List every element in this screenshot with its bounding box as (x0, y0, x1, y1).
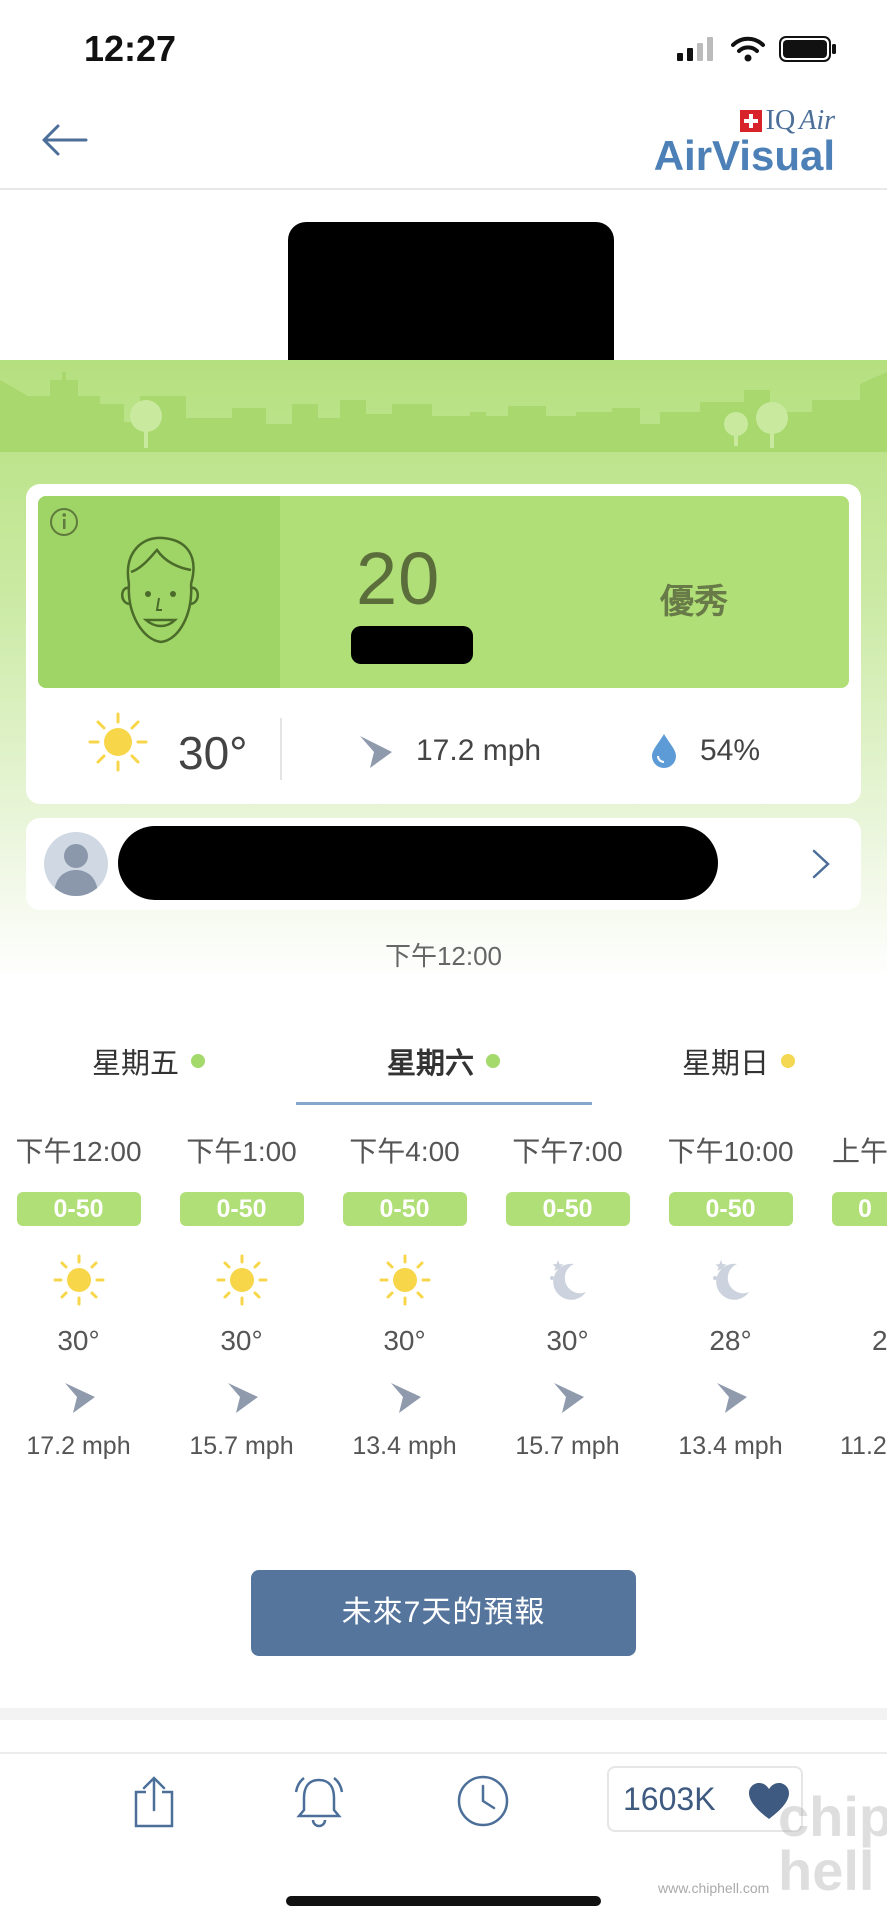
hour-wind-speed: 11.2 (840, 1432, 887, 1460)
tab-label: 星期日 (682, 1048, 770, 1080)
aqi-range-badge: 0-50 (179, 1192, 304, 1226)
info-icon[interactable] (48, 506, 80, 538)
aqi-range-badge: 0-50 (505, 1192, 630, 1226)
status-time: 12:27 (84, 28, 177, 69)
wind-direction-icon (716, 1383, 747, 1413)
like-button[interactable]: 1603K (607, 1766, 803, 1832)
redacted-aqi-label (351, 626, 473, 664)
tab-sunday[interactable]: 星期日 (682, 1040, 796, 1082)
tab-friday[interactable]: 星期五 (92, 1040, 206, 1082)
current-wind-speed: 17.2 mph (416, 734, 542, 767)
wifi-icon (731, 36, 765, 62)
sun-icon (53, 1254, 104, 1306)
hour-temperature: 30° (220, 1325, 263, 1356)
city-skyline-icon (0, 372, 887, 452)
watermark-url: www.chiphell.com (658, 1880, 770, 1896)
hour-temperature: 30° (546, 1325, 589, 1356)
avatar (44, 832, 108, 896)
hour-time: 下午12:00 (15, 1136, 142, 1167)
aqi-range-badge: 0-50 (342, 1192, 467, 1226)
hourly-item: 下午1:00 0-50 30° 15.7 mph (160, 1130, 323, 1461)
aqi-range-badge: 0-50 (668, 1192, 793, 1226)
aqi-range-badge: 0 (832, 1192, 887, 1226)
logo-app-name: AirVisual (653, 132, 835, 179)
hour-temperature: 2 (872, 1325, 887, 1356)
hourly-forecast[interactable]: 下午12:00 0-50 30° 17.2 mph 下午1:00 0-50 30… (0, 1130, 887, 1470)
swiss-flag-icon (739, 110, 762, 132)
current-weather-row: 30° 17.2 mph 54% (26, 688, 861, 804)
aqi-card[interactable]: 20 優秀 30° 17.2 mph 54% (26, 484, 861, 804)
sun-icon (379, 1254, 430, 1306)
share-icon[interactable] (130, 1774, 178, 1830)
like-count: 1603K (623, 1781, 716, 1817)
moon-icon (549, 1260, 586, 1300)
signal-icon (677, 37, 713, 61)
divider (280, 718, 282, 780)
hour-wind-speed: 15.7 mph (515, 1432, 620, 1460)
aqi-dot (781, 1054, 796, 1068)
section-separator (0, 1708, 887, 1720)
wind-direction-icon (64, 1383, 95, 1413)
face-box (38, 496, 280, 688)
seven-day-forecast-button[interactable]: 未來7天的預報 (251, 1570, 636, 1656)
aqi-panel: 20 優秀 (38, 496, 849, 688)
sun-icon (216, 1254, 267, 1306)
aqi-value: 20 (356, 537, 441, 620)
hour-time: 下午7:00 (512, 1136, 623, 1167)
hourly-item: 下午12:00 0-50 30° 17.2 mph (0, 1130, 160, 1461)
hour-temperature: 30° (57, 1325, 100, 1356)
active-tab-underline (296, 1102, 592, 1105)
bottom-toolbar: 1603K (0, 1752, 887, 1852)
tab-saturday[interactable]: 星期六 (387, 1040, 501, 1082)
watermark-logo: chip hell (778, 1785, 887, 1902)
hour-temperature: 30° (383, 1325, 426, 1356)
hour-time: 上午 (832, 1136, 887, 1167)
user-avatar-icon (54, 844, 98, 896)
wind-direction-icon (390, 1383, 421, 1413)
hour-wind-speed: 13.4 mph (352, 1432, 457, 1460)
redacted-contributor-name (118, 826, 718, 900)
app-logo: IQ Air AirVisual (654, 105, 835, 177)
hourly-item: 上午 0 2 11.2 (812, 1130, 887, 1461)
status-bar: 12:27 (0, 0, 887, 95)
hourly-item: 下午4:00 0-50 30° 13.4 mph (323, 1130, 486, 1461)
hour-time: 下午1:00 (186, 1136, 297, 1167)
wind-direction-icon (553, 1383, 584, 1413)
aqi-dot (486, 1054, 501, 1068)
contributor-card[interactable] (26, 818, 861, 910)
back-button[interactable] (38, 115, 92, 165)
nav-bar: IQ Air AirVisual (0, 95, 887, 190)
hourly-item: 下午7:00 0-50 30° 15.7 mph (486, 1130, 649, 1461)
current-temperature: 30° (178, 727, 248, 779)
hour-wind-speed: 17.2 mph (26, 1432, 131, 1460)
sun-icon (88, 712, 148, 772)
chevron-right-icon[interactable] (811, 848, 831, 880)
hour-wind-speed: 13.4 mph (678, 1432, 783, 1460)
hour-time: 下午10:00 (667, 1136, 794, 1167)
alarm-bell-icon[interactable] (292, 1774, 346, 1830)
wind-direction-icon (360, 736, 392, 768)
update-time: 下午12:00 (384, 941, 503, 971)
humidity-drop-icon (652, 734, 676, 768)
wind-direction-icon (227, 1383, 258, 1413)
aqi-range-badge: 0-50 (16, 1192, 141, 1226)
tab-label: 星期六 (387, 1048, 475, 1080)
happy-face-icon (121, 536, 199, 644)
home-indicator (286, 1896, 601, 1906)
aqi-dot (191, 1054, 206, 1068)
hourly-item: 下午10:00 0-50 28° 13.4 mph (649, 1130, 812, 1461)
hour-wind-speed: 15.7 mph (189, 1432, 294, 1460)
aqi-level: 優秀 (660, 583, 728, 621)
current-humidity: 54% (700, 734, 761, 767)
back-arrow-icon (42, 124, 88, 156)
hour-temperature: 28° (709, 1325, 752, 1356)
battery-icon (779, 36, 836, 62)
day-tabs: 星期五 星期六 星期日 (0, 1030, 887, 1106)
tab-label: 星期五 (92, 1048, 180, 1080)
hour-time: 下午4:00 (349, 1136, 460, 1167)
status-icons (677, 36, 837, 62)
clock-icon[interactable] (456, 1774, 510, 1828)
moon-icon (712, 1260, 749, 1300)
redacted-location-title (288, 222, 614, 380)
